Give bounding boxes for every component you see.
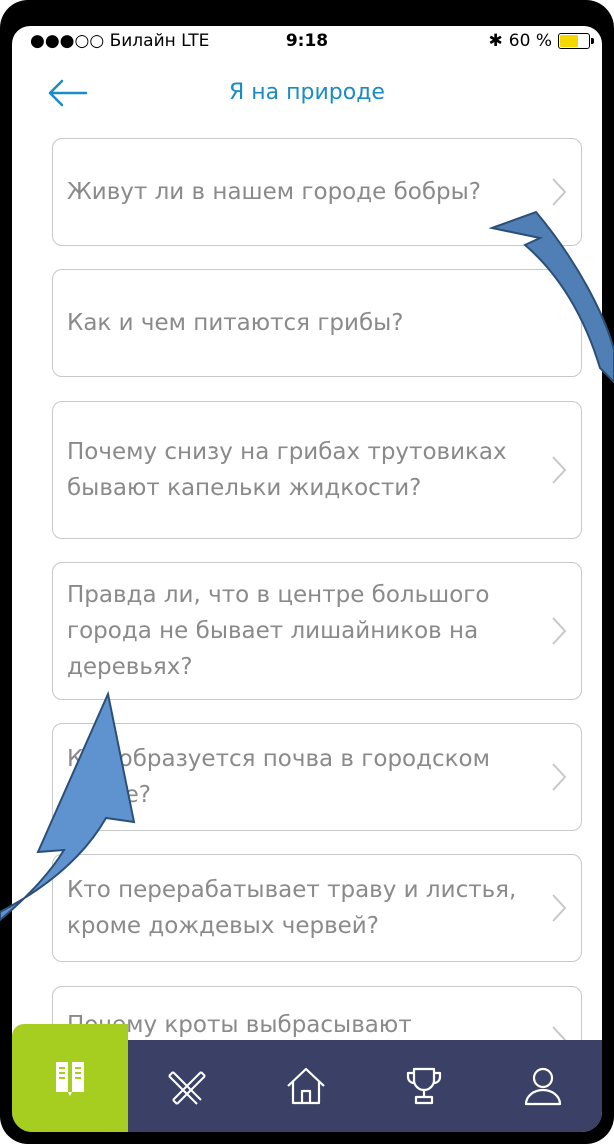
tab-achievements[interactable] xyxy=(365,1040,484,1132)
trophy-icon xyxy=(407,1067,442,1105)
chevron-right-icon xyxy=(552,178,567,206)
screen: ●●●○○ Билайн LTE 9:18 ✱ 60 % Я на природ… xyxy=(12,26,602,1132)
tab-bar xyxy=(12,1024,603,1132)
question-item[interactable]: Как образуется почва в городском парке? xyxy=(52,723,582,831)
chevron-right-icon xyxy=(552,617,567,645)
question-item[interactable]: Правда ли, что в центре большого города … xyxy=(52,562,582,700)
chevron-right-icon xyxy=(552,894,567,922)
bluetooth-icon: ✱ xyxy=(488,31,503,51)
question-text: Живут ли в нашем городе бобры? xyxy=(67,179,482,205)
question-item[interactable]: Кто перерабатывает траву и листья, кроме… xyxy=(52,854,582,962)
tab-profile[interactable] xyxy=(484,1040,603,1132)
question-item[interactable]: Как и чем питаются грибы? xyxy=(52,269,582,377)
phone-frame: ●●●○○ Билайн LTE 9:18 ✱ 60 % Я на природ… xyxy=(0,0,614,1144)
question-item[interactable]: Почему снизу на грибах трутовиках бывают… xyxy=(52,401,582,539)
chevron-right-icon xyxy=(552,763,567,791)
tab-home[interactable] xyxy=(247,1040,366,1132)
status-bar: ●●●○○ Билайн LTE 9:18 ✱ 60 % xyxy=(12,26,602,58)
question-text: Правда ли, что в центре большого города … xyxy=(67,582,490,680)
chevron-right-icon xyxy=(552,456,567,484)
tab-tasks[interactable] xyxy=(128,1040,247,1132)
nav-bar: Я на природе xyxy=(12,58,602,128)
question-text: Кто перерабатывает траву и листья, кроме… xyxy=(67,877,517,939)
question-item[interactable]: Живут ли в нашем городе бобры? xyxy=(52,138,582,246)
battery-percent: 60 % xyxy=(508,31,552,51)
battery-icon xyxy=(558,33,594,49)
tab-book[interactable] xyxy=(12,1024,128,1132)
question-text: Почему кроты выбрасывают xyxy=(67,1012,412,1038)
pencil-ruler-icon xyxy=(168,1071,206,1105)
question-text: Как и чем питаются грибы? xyxy=(67,310,404,336)
home-icon xyxy=(286,1067,325,1105)
book-icon xyxy=(56,1062,84,1096)
user-icon xyxy=(524,1067,561,1106)
question-text: Почему снизу на грибах трутовиках бывают… xyxy=(67,439,507,501)
question-text: Как образуется почва в городском парке? xyxy=(67,746,490,808)
page-title: Я на природе xyxy=(229,80,385,105)
